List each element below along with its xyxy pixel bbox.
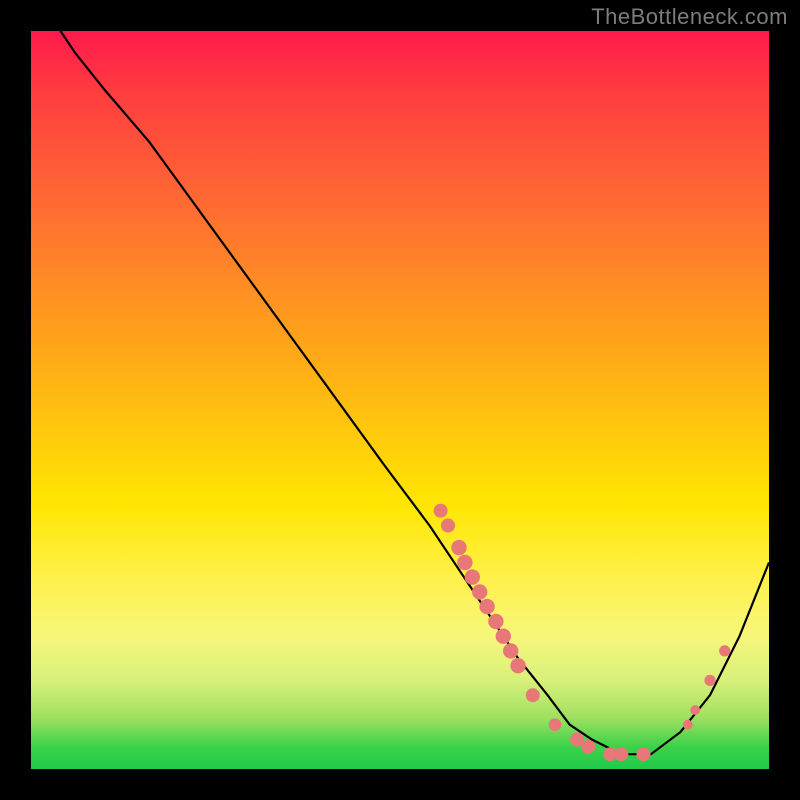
data-marker xyxy=(479,599,494,614)
data-marker xyxy=(704,675,715,686)
data-marker xyxy=(441,519,455,533)
data-marker xyxy=(637,747,651,761)
data-marker xyxy=(488,614,503,629)
data-marker xyxy=(457,555,472,570)
data-marker xyxy=(496,629,511,644)
data-marker xyxy=(465,569,480,584)
watermark-text: TheBottleneck.com xyxy=(591,4,788,30)
curve-markers xyxy=(434,504,731,762)
data-marker xyxy=(503,643,518,658)
data-marker xyxy=(614,747,628,761)
chart-overlay xyxy=(31,31,769,769)
chart-container: TheBottleneck.com xyxy=(0,0,800,800)
data-marker xyxy=(683,720,693,730)
data-marker xyxy=(526,688,540,702)
data-marker xyxy=(581,740,595,754)
data-marker xyxy=(690,705,700,715)
data-marker xyxy=(719,645,730,656)
data-marker xyxy=(472,584,487,599)
data-marker xyxy=(510,658,525,673)
data-marker xyxy=(549,718,562,731)
data-marker xyxy=(451,540,466,555)
data-marker xyxy=(434,504,448,518)
curve-line xyxy=(61,31,770,754)
